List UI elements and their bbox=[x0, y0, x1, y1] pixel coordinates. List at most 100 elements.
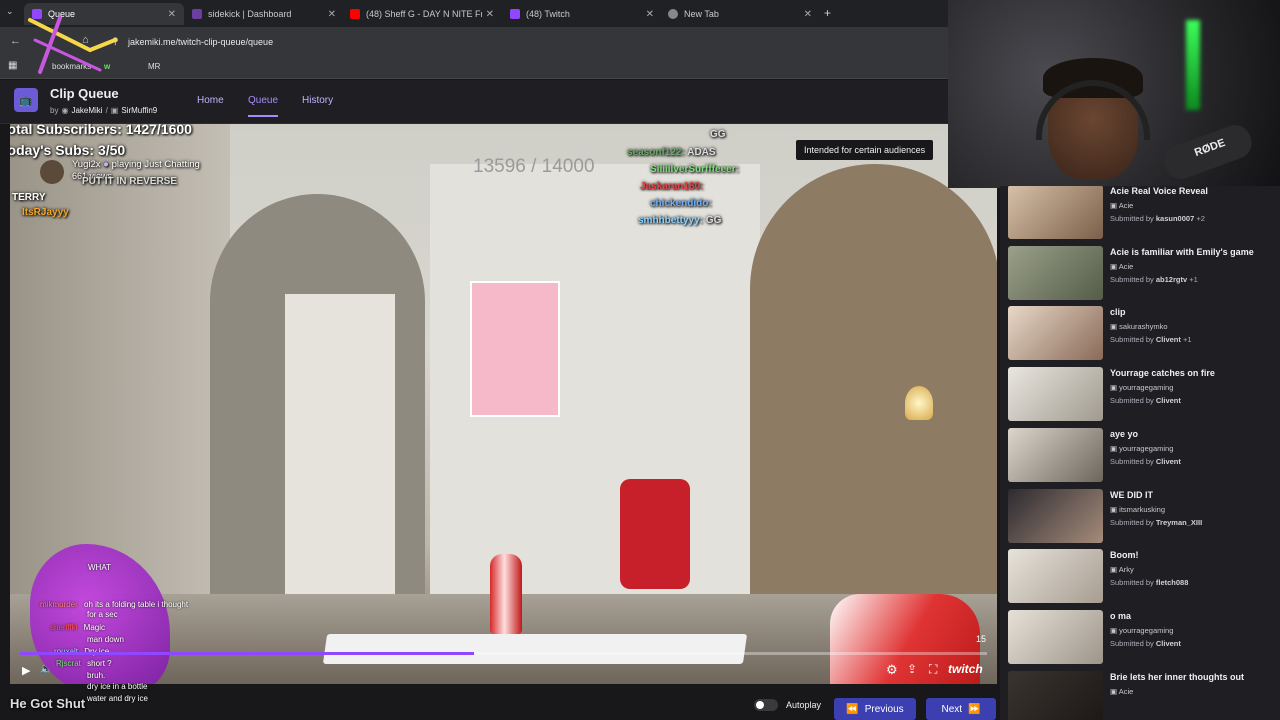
twitch-logo[interactable]: twitch bbox=[948, 662, 983, 676]
channel-name: Acie bbox=[1118, 261, 1134, 271]
queue-item[interactable]: Brie lets her inner thoughts out ▣ Acie bbox=[1008, 670, 1276, 720]
tab-list-chevron-icon[interactable]: ⌄ bbox=[6, 6, 14, 17]
submitted-by-label: Submitted by bbox=[1110, 214, 1154, 223]
url-field[interactable]: jakemiki.me/twitch-clip-queue/queue bbox=[128, 37, 273, 47]
queue-item[interactable]: clip ▣ sakurashymko Submitted by Clivent +… bbox=[1008, 306, 1276, 362]
nav-queue[interactable]: Queue bbox=[248, 95, 279, 117]
queue-item-thumbnail[interactable] bbox=[1008, 427, 1103, 482]
play-icon[interactable]: ▶ bbox=[22, 664, 30, 677]
clip-author-name[interactable]: Yugi2x bbox=[72, 159, 101, 170]
submitted-by-label: Submitted by bbox=[1110, 517, 1154, 527]
nav-history[interactable]: History bbox=[302, 95, 333, 106]
clip-video-player[interactable]: Total Subscribers: 1427/1600 Today's Sub… bbox=[10, 124, 997, 684]
autoplay-toggle[interactable] bbox=[754, 699, 778, 711]
channel-name: yourragegaming bbox=[1119, 443, 1174, 453]
tab-title: (48) Sheff G - DAY N NITE Freestyle bbox=[366, 9, 482, 19]
submitted-by-label: Submitted by bbox=[1110, 456, 1154, 466]
fullscreen-icon[interactable]: ⛶ bbox=[929, 662, 937, 677]
submitted-by-label: Submitted by bbox=[1110, 274, 1154, 284]
close-tab-icon[interactable]: ✕ bbox=[328, 9, 336, 20]
queue-item-channel: ▣ yourragegaming bbox=[1110, 444, 1173, 453]
queue-item-submitter: Submitted by Clivent bbox=[1110, 639, 1181, 648]
new-tab-plus-icon[interactable]: + bbox=[824, 6, 831, 20]
queue-item[interactable]: Acie is familiar with Emily's game ▣ Acie… bbox=[1008, 245, 1276, 302]
channel-name: Arky bbox=[1118, 565, 1134, 575]
scene-hello-kitty-poster bbox=[470, 281, 560, 417]
queue-item-thumbnail[interactable] bbox=[1008, 306, 1103, 361]
browser-tab-youtube[interactable]: (48) Sheff G - DAY N NITE Freestyle ✕ bbox=[342, 3, 502, 25]
queue-item[interactable]: WE DID IT ▣ itsmarkusking Submitted by Tre… bbox=[1008, 488, 1276, 545]
browser-tab-newtab[interactable]: New Tab ✕ bbox=[660, 3, 820, 25]
queue-item[interactable]: aye yo ▣ yourragegaming Submitted by Clive… bbox=[1008, 427, 1276, 484]
queue-item-thumbnail[interactable] bbox=[1008, 245, 1103, 300]
submitter-extra-count: +1 bbox=[1182, 335, 1192, 345]
queue-item[interactable]: Acie Real Voice Reveal ▣ Acie Submitted by… bbox=[1008, 186, 1276, 241]
autoplay-knob bbox=[756, 701, 764, 709]
audience-notice-text: Intended for certain audiences bbox=[804, 145, 926, 155]
chat-user: mikmurder bbox=[40, 600, 78, 609]
channel-name: sakurashymko bbox=[1119, 322, 1168, 332]
queue-item-title: Acie is familiar with Emily's game bbox=[1110, 246, 1254, 257]
chat-user: seasonf122: bbox=[627, 147, 685, 158]
twitch-channel-icon: ▣ bbox=[1110, 261, 1119, 271]
clip-game[interactable]: Just Chatting bbox=[144, 159, 199, 170]
author-jakemiki[interactable]: JakeMiki bbox=[71, 106, 102, 115]
queue-item-title: clip bbox=[1110, 307, 1126, 318]
submitted-by-label: Submitted by bbox=[1110, 638, 1154, 648]
queue-item-submitter: Submitted by kasun0007 +2 bbox=[1110, 214, 1205, 223]
scene-doorway bbox=[285, 294, 395, 594]
queue-item-channel: ▣ Acie bbox=[1110, 687, 1133, 696]
queue-item-channel: ▣ Arky bbox=[1110, 565, 1134, 574]
channel-name: itsmarkusking bbox=[1119, 504, 1166, 514]
queue-item-thumbnail[interactable] bbox=[1008, 488, 1103, 543]
close-tab-icon[interactable]: ✕ bbox=[804, 9, 812, 20]
close-tab-icon[interactable]: ✕ bbox=[168, 9, 176, 20]
twitch-channel-icon: ▣ bbox=[1110, 201, 1119, 210]
bottom-chat-4: man down bbox=[87, 635, 124, 644]
author-sirmuffin9[interactable]: SirMuffin9 bbox=[121, 106, 157, 115]
twitch-icon: ▣ bbox=[110, 106, 119, 115]
previous-button[interactable]: ⏪ Previous bbox=[834, 698, 916, 720]
submitter-name: Clivent bbox=[1155, 335, 1181, 345]
close-tab-icon[interactable]: ✕ bbox=[486, 9, 494, 20]
queue-item[interactable]: Yourrage catches on fire ▣ yourragegaming… bbox=[1008, 367, 1276, 423]
chat-user: Rjscrat bbox=[56, 659, 81, 668]
twitch-channel-icon: ▣ bbox=[1110, 504, 1120, 514]
queue-item-thumbnail[interactable] bbox=[1008, 609, 1103, 664]
overlay-chat-terry: TERRY bbox=[12, 192, 46, 203]
settings-gear-icon[interactable]: ⚙ bbox=[886, 662, 898, 678]
queue-item[interactable]: o ma ▣ yourragegaming Submitted by Clivent bbox=[1008, 609, 1276, 666]
bottom-chat-1: mikmurder oh its a folding table i thoug… bbox=[40, 600, 188, 609]
total-subscribers-text: Total Subscribers: 1427/1600 bbox=[10, 124, 192, 137]
apps-grid-icon[interactable]: ▦ bbox=[8, 60, 17, 71]
queue-item-channel: ▣ itsmarkusking bbox=[1110, 505, 1165, 514]
queue-item-thumbnail[interactable] bbox=[1008, 367, 1103, 422]
bottom-chat-0: WHAT bbox=[88, 563, 111, 572]
drawn-arrow-overlay bbox=[28, 16, 117, 74]
twitch-channel-icon: ▣ bbox=[1110, 625, 1120, 635]
queue-item-title: Boom! bbox=[1110, 550, 1139, 561]
share-icon[interactable]: ⇪ bbox=[907, 662, 917, 676]
video-progress-track[interactable] bbox=[20, 652, 987, 655]
browser-tab-twitch[interactable]: (48) Twitch ✕ bbox=[502, 3, 662, 25]
close-tab-icon[interactable]: ✕ bbox=[646, 9, 654, 20]
next-button[interactable]: Next ⏩ bbox=[926, 698, 996, 720]
bookmark-mr[interactable]: MR bbox=[148, 62, 160, 71]
queue-item-thumbnail[interactable] bbox=[1008, 186, 1103, 239]
queue-item-submitter: Submitted by ab12rgtv +1 bbox=[1110, 275, 1198, 284]
channel-name: Acie bbox=[1118, 201, 1134, 210]
bottom-chat-3: sheriffki Magic bbox=[50, 623, 105, 632]
queue-item-thumbnail[interactable] bbox=[1008, 670, 1103, 720]
webcam-green-light bbox=[1186, 20, 1200, 110]
volume-icon[interactable]: 🔈 bbox=[40, 664, 52, 675]
queue-item-submitter: Submitted by Clivent bbox=[1110, 396, 1181, 405]
nav-home[interactable]: Home bbox=[197, 95, 224, 106]
browser-tab-sidekick[interactable]: sidekick | Dashboard ✕ bbox=[184, 3, 344, 25]
tab-title: (48) Twitch bbox=[526, 9, 570, 19]
queue-item-title: Acie Real Voice Reveal bbox=[1110, 186, 1208, 196]
queue-item[interactable]: Boom! ▣ Arky Submitted by fletch088 bbox=[1008, 549, 1276, 605]
twitch-favicon-icon bbox=[510, 9, 520, 19]
queue-item-title: o ma bbox=[1110, 610, 1132, 621]
queue-item-thumbnail[interactable] bbox=[1008, 549, 1103, 604]
sidekick-favicon-icon bbox=[192, 9, 202, 19]
